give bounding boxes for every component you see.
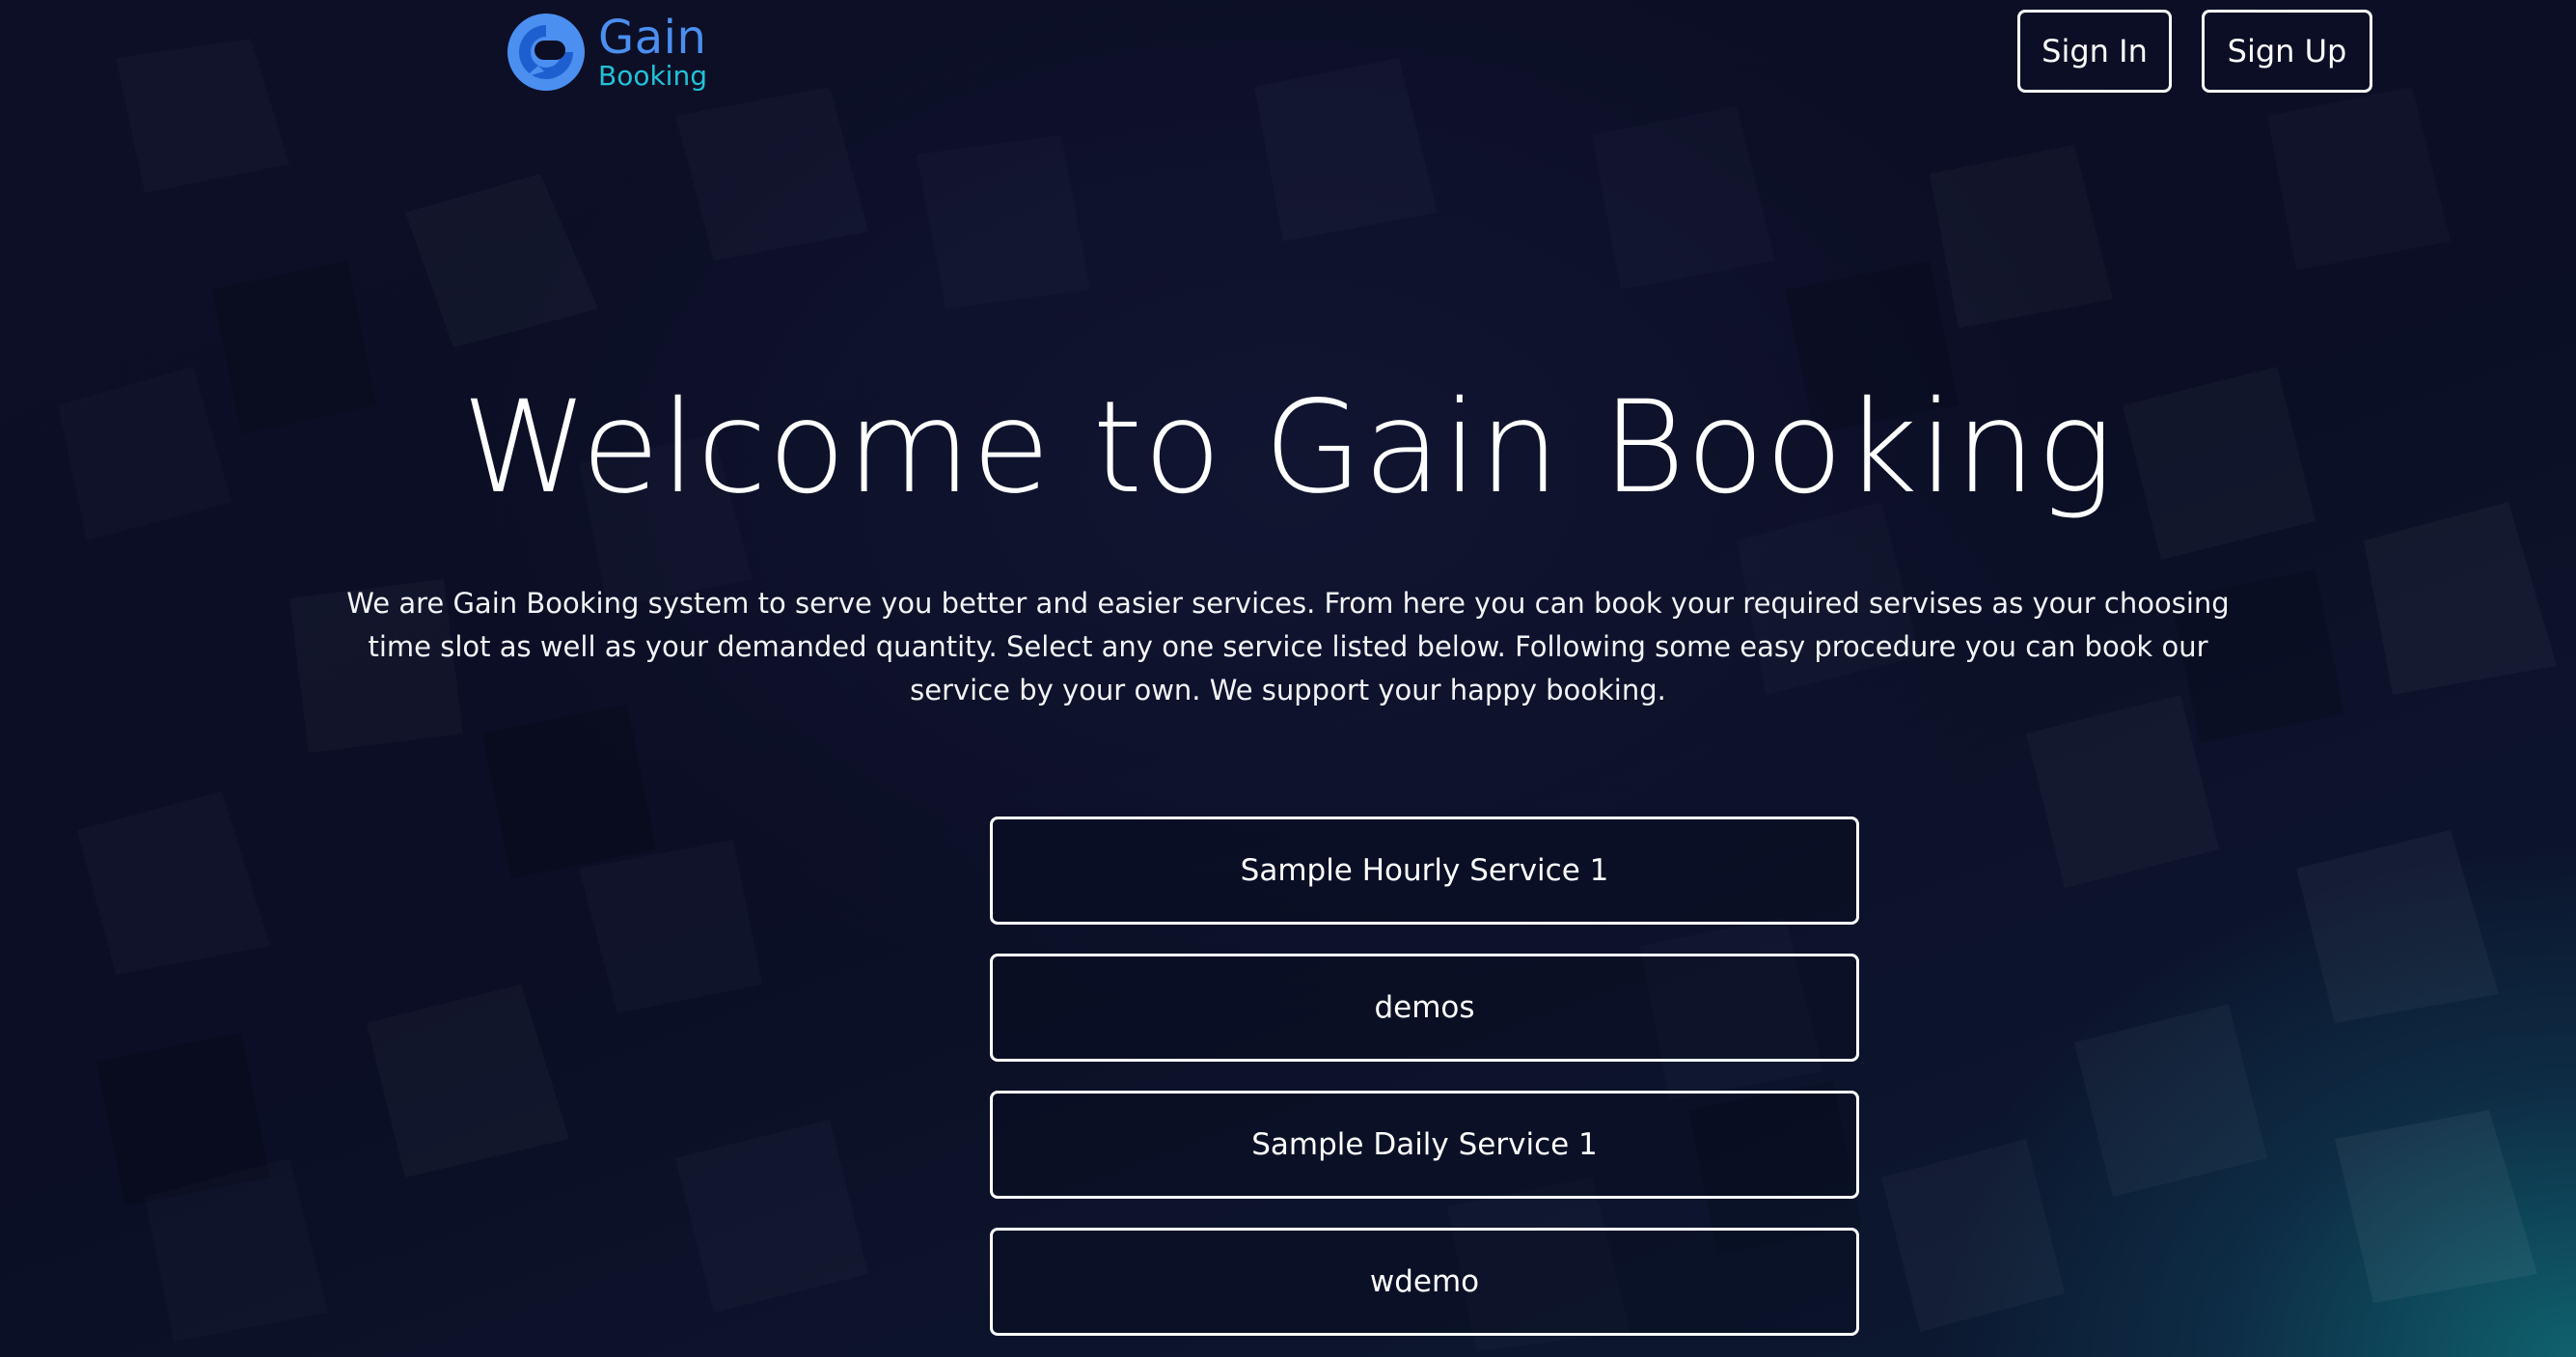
service-button[interactable]: wdemo (990, 1228, 1859, 1336)
service-list: Sample Hourly Service 1 demos Sample Dai… (990, 817, 1859, 1357)
brand-wordmark: Gain Booking (598, 14, 707, 90)
sign-up-button[interactable]: Sign Up (2202, 10, 2372, 93)
brand-logo[interactable]: Gain Booking (506, 12, 707, 93)
brand-name: Gain (598, 11, 707, 65)
service-button[interactable]: Sample Daily Service 1 (990, 1091, 1859, 1199)
top-navbar: Gain Booking Sign In Sign Up (0, 0, 2576, 106)
brand-subname: Booking (598, 60, 707, 92)
hero-description: We are Gain Booking system to serve you … (346, 587, 2230, 706)
sign-in-button[interactable]: Sign In (2017, 10, 2172, 93)
service-button[interactable]: Sample Hourly Service 1 (990, 817, 1859, 925)
page-title: Welcome to Gain Booking (461, 374, 2115, 522)
gain-logo-icon (507, 14, 585, 91)
service-button[interactable]: demos (990, 954, 1859, 1062)
